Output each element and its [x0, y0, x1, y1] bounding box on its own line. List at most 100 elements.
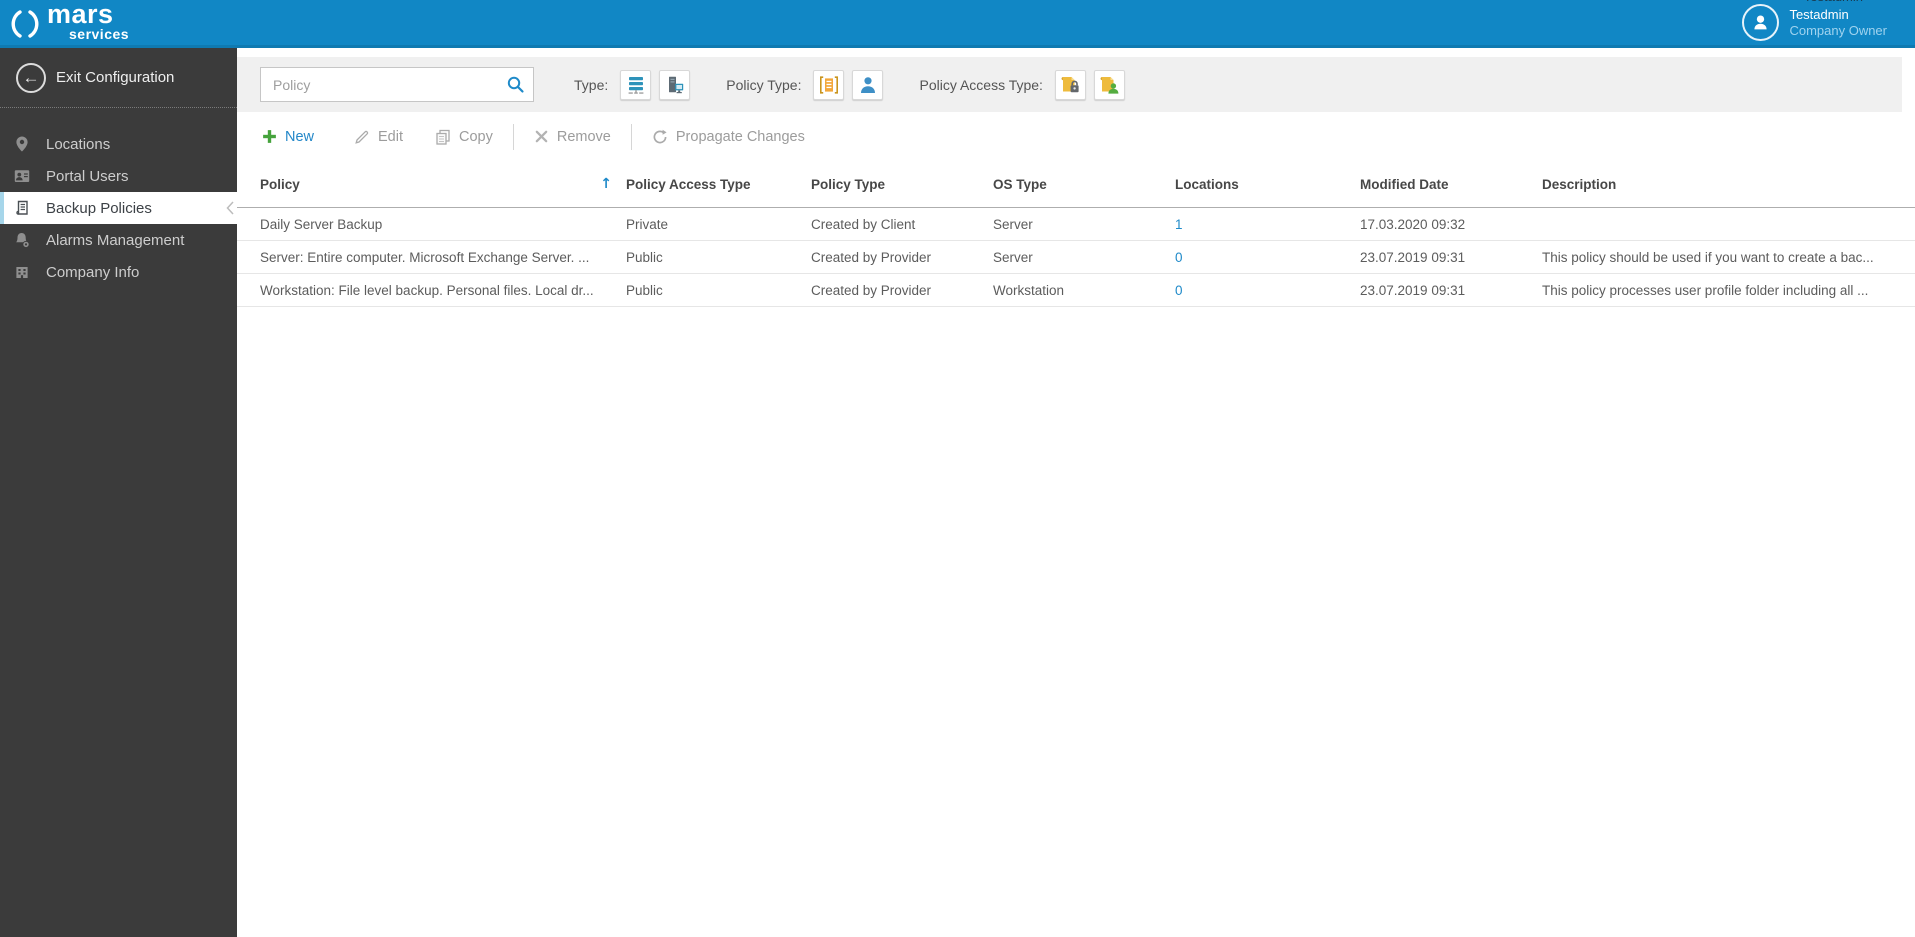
new-button[interactable]: New: [260, 125, 316, 149]
main-content: Type: Policy Type:: [237, 48, 1915, 937]
private-access-filter-button[interactable]: [1054, 69, 1086, 100]
provider-policy-filter-button[interactable]: [852, 69, 884, 100]
selected-item-chevron-icon: [226, 201, 234, 220]
modified-date-cell: 17.03.2020 09:32: [1360, 216, 1466, 232]
toolbar-separator: [630, 123, 632, 150]
propagate-changes-button[interactable]: Propagate Changes: [650, 125, 807, 149]
sidebar-item-alarms-management[interactable]: Alarms Management: [0, 224, 237, 256]
client-policy-document-icon: [819, 75, 838, 94]
server-type-filter-button[interactable]: [620, 69, 652, 100]
pencil-icon: [354, 129, 370, 145]
clipped-tooltip-text: Testadmin: [1804, 0, 1863, 4]
locations-count-link[interactable]: 0: [1175, 283, 1360, 298]
policy-scroll-icon: [16, 200, 28, 215]
sidebar-item-label: Backup Policies: [46, 199, 152, 217]
policy-type-cell: Created by Provider: [811, 282, 932, 298]
policy-name-cell: Server: Entire computer. Microsoft Excha…: [260, 249, 590, 265]
locations-count-link[interactable]: 0: [1175, 250, 1360, 265]
edit-button-label: Edit: [378, 128, 404, 145]
remove-button-label: Remove: [556, 128, 611, 145]
filter-bar: Type: Policy Type:: [237, 57, 1902, 112]
user-menu[interactable]: Testadmin Company Owner: [1742, 4, 1915, 41]
policies-table: Policy ↑ Policy Access Type Policy Type …: [237, 161, 1915, 307]
sidebar-nav: Locations Portal Users Backup Policies A…: [0, 128, 237, 288]
plus-icon: [262, 129, 277, 144]
policy-search: [260, 67, 534, 102]
policy-access-type-cell: Private: [626, 216, 669, 232]
column-header-locations[interactable]: Locations: [1175, 177, 1360, 192]
sidebar-item-company-info[interactable]: Company Info: [0, 256, 237, 288]
sidebar-item-backup-policies[interactable]: Backup Policies: [0, 192, 237, 224]
new-button-label: New: [285, 128, 315, 145]
remove-button[interactable]: Remove: [532, 125, 613, 149]
user-name: Testadmin: [1789, 6, 1849, 22]
column-header-policy-type[interactable]: Policy Type: [811, 177, 993, 192]
sidebar-item-label: Portal Users: [46, 167, 129, 185]
public-policy-person-icon: [1100, 76, 1119, 94]
actions-toolbar: New Edit Copy Remove Propagate Changes: [237, 112, 1915, 161]
user-role: Company Owner: [1789, 22, 1887, 38]
column-header-label: Policy: [260, 176, 300, 192]
os-type-cell: Server: [993, 249, 1033, 265]
workstation-icon: [668, 76, 683, 93]
propagate-changes-label: Propagate Changes: [675, 128, 805, 145]
table-row[interactable]: Daily Server Backup Private Created by C…: [237, 208, 1915, 241]
x-icon: [534, 129, 549, 144]
column-header-policy-access-type[interactable]: Policy Access Type: [626, 177, 811, 192]
client-policy-filter-button[interactable]: [813, 69, 845, 100]
exit-configuration-button[interactable]: ← Exit Configuration: [0, 48, 237, 108]
table-header-row: Policy ↑ Policy Access Type Policy Type …: [237, 161, 1915, 208]
copy-button-label: Copy: [459, 128, 493, 145]
policy-type-cell: Created by Client: [811, 216, 916, 232]
user-card-icon: [14, 170, 30, 182]
sidebar-item-locations[interactable]: Locations: [0, 128, 237, 160]
public-access-filter-button[interactable]: [1093, 69, 1125, 100]
exit-configuration-label: Exit Configuration: [56, 69, 175, 86]
modified-date-cell: 23.07.2019 09:31: [1360, 249, 1466, 265]
top-bar: mars services Testadmin Testadmin Compan…: [0, 0, 1915, 48]
toolbar-separator: [512, 123, 514, 150]
policy-name-cell: Workstation: File level backup. Personal…: [260, 282, 594, 298]
back-arrow-icon: ←: [16, 62, 46, 93]
policy-name-cell: Daily Server Backup: [260, 216, 383, 232]
table-row[interactable]: Server: Entire computer. Microsoft Excha…: [237, 241, 1915, 274]
sidebar-item-label: Alarms Management: [46, 231, 185, 249]
policy-type-cell: Created by Provider: [811, 249, 932, 265]
copy-icon: [435, 129, 451, 145]
provider-person-icon: [860, 76, 875, 93]
policy-access-type-cell: Public: [626, 282, 663, 298]
policy-type-filter-label: Policy Type:: [726, 76, 802, 93]
description-cell: This policy should be used if you want t…: [1542, 249, 1874, 265]
sidebar: ← Exit Configuration Locations Portal Us…: [0, 48, 237, 937]
table-row[interactable]: Workstation: File level backup. Personal…: [237, 274, 1915, 307]
brand-subtitle: services: [69, 25, 130, 42]
workstation-type-filter-button[interactable]: [659, 69, 691, 100]
description-cell: This policy processes user profile folde…: [1542, 282, 1869, 298]
policy-access-type-filter-label: Policy Access Type:: [919, 76, 1043, 93]
search-icon[interactable]: [506, 75, 525, 99]
sort-asc-icon[interactable]: ↑: [600, 176, 612, 192]
edit-button[interactable]: Edit: [352, 125, 405, 149]
sidebar-item-portal-users[interactable]: Portal Users: [0, 160, 237, 192]
building-icon: [16, 267, 28, 278]
refresh-icon: [652, 129, 668, 145]
os-type-cell: Server: [993, 216, 1033, 232]
modified-date-cell: 23.07.2019 09:31: [1360, 282, 1466, 298]
alarm-bell-gear-icon: [16, 233, 30, 248]
brand-name: mars: [47, 0, 114, 29]
policy-access-type-cell: Public: [626, 249, 663, 265]
sidebar-item-label: Company Info: [46, 263, 140, 281]
app-logo: mars services: [0, 0, 130, 45]
server-icon: [628, 76, 644, 94]
column-header-modified-date[interactable]: Modified Date: [1360, 177, 1542, 192]
column-header-policy[interactable]: Policy ↑: [260, 176, 626, 192]
policy-search-input[interactable]: [260, 67, 534, 102]
column-header-description[interactable]: Description: [1542, 177, 1900, 192]
column-header-os-type[interactable]: OS Type: [993, 177, 1175, 192]
copy-button[interactable]: Copy: [433, 125, 495, 149]
user-avatar-icon[interactable]: [1742, 4, 1780, 41]
locations-count-link[interactable]: 1: [1175, 217, 1360, 232]
type-filter-label: Type:: [574, 76, 609, 93]
mars-logo-icon: [9, 8, 41, 45]
private-policy-lock-icon: [1061, 76, 1080, 92]
